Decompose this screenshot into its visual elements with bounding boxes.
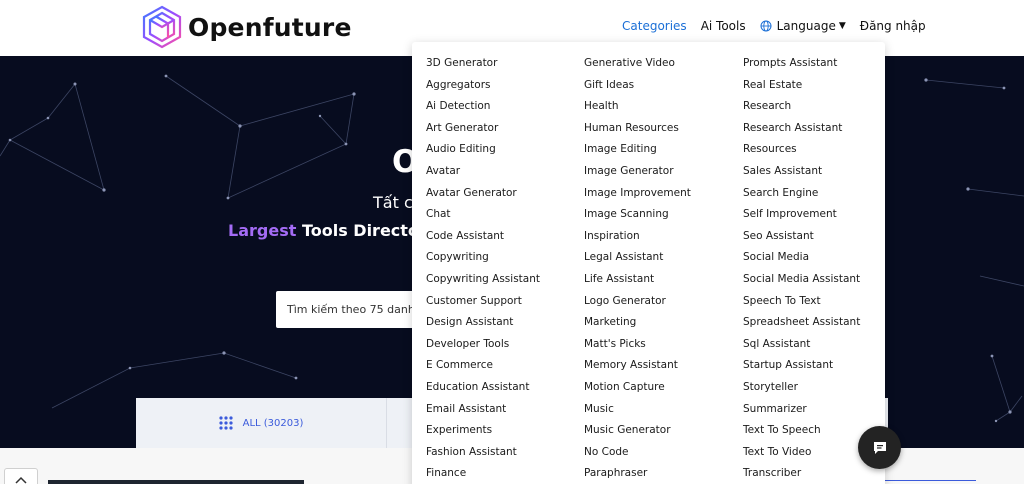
tab-all[interactable]: ALL (30203)	[136, 398, 387, 448]
category-search	[276, 291, 426, 328]
category-item[interactable]: Gift Ideas	[584, 77, 691, 99]
category-item[interactable]: Text To Video	[743, 444, 860, 466]
category-column-1: 3D Generator Aggregators Ai Detection Art G…	[426, 55, 540, 484]
category-item[interactable]: Human Resources	[584, 120, 691, 142]
category-item[interactable]: Developer Tools	[426, 336, 540, 358]
category-item[interactable]: Prompts Assistant	[743, 55, 860, 77]
category-item[interactable]: Social Media	[743, 249, 860, 271]
chat-bubble-icon	[873, 441, 886, 454]
nav-login[interactable]: Đăng nhập	[860, 19, 926, 33]
caret-down-icon: ▼	[838, 21, 846, 31]
category-item[interactable]: Storyteller	[743, 379, 860, 401]
brand-name: Openfuture	[188, 12, 352, 42]
chevron-up-icon	[15, 476, 27, 484]
nav-categories[interactable]: Categories	[622, 19, 687, 33]
hero-subtitle: Tất c	[373, 193, 413, 212]
category-item[interactable]: Research	[743, 98, 860, 120]
category-item[interactable]: Customer Support	[426, 293, 540, 315]
category-item[interactable]: Audio Editing	[426, 141, 540, 163]
category-item[interactable]: Email Assistant	[426, 401, 540, 423]
category-item[interactable]: Image Editing	[584, 141, 691, 163]
search-input[interactable]	[276, 291, 426, 328]
category-item[interactable]: Copywriting Assistant	[426, 271, 540, 293]
category-item[interactable]: Marketing	[584, 314, 691, 336]
category-item[interactable]: Seo Assistant	[743, 228, 860, 250]
category-item[interactable]: Art Generator	[426, 120, 540, 142]
category-item[interactable]: Education Assistant	[426, 379, 540, 401]
category-item[interactable]: Speech To Text	[743, 293, 860, 315]
category-item[interactable]: Design Assistant	[426, 314, 540, 336]
category-item[interactable]: Inspiration	[584, 228, 691, 250]
tab-all-label: ALL (30203)	[242, 417, 304, 429]
category-item[interactable]: E Commerce	[426, 357, 540, 379]
category-item[interactable]: Avatar Generator	[426, 185, 540, 207]
category-item[interactable]: Experiments	[426, 422, 540, 444]
category-item[interactable]: Matt's Picks	[584, 336, 691, 358]
category-item[interactable]: Sql Assistant	[743, 336, 860, 358]
category-item[interactable]: Logo Generator	[584, 293, 691, 315]
category-item[interactable]: Real Estate	[743, 77, 860, 99]
category-column-3: Prompts Assistant Real Estate Research Rese…	[743, 55, 860, 484]
category-item[interactable]: Ai Detection	[426, 98, 540, 120]
category-item[interactable]: No Code	[584, 444, 691, 466]
category-item[interactable]: Search Engine	[743, 185, 860, 207]
category-item[interactable]: Health	[584, 98, 691, 120]
category-item[interactable]: Generative Video	[584, 55, 691, 77]
category-item[interactable]: Startup Assistant	[743, 357, 860, 379]
category-item[interactable]: Music	[584, 401, 691, 423]
category-item[interactable]: Life Assistant	[584, 271, 691, 293]
category-item[interactable]: Motion Capture	[584, 379, 691, 401]
scroll-up-button[interactable]	[4, 468, 38, 484]
chat-button[interactable]	[858, 426, 901, 469]
category-item[interactable]: Sales Assistant	[743, 163, 860, 185]
category-item[interactable]: Avatar	[426, 163, 540, 185]
category-item[interactable]: Self Improvement	[743, 206, 860, 228]
categories-dropdown: 3D Generator Aggregators Ai Detection Art G…	[412, 42, 885, 484]
category-item[interactable]: Image Scanning	[584, 206, 691, 228]
card-edge	[884, 480, 976, 484]
category-item[interactable]: Image Improvement	[584, 185, 691, 207]
category-item[interactable]: Research Assistant	[743, 120, 860, 142]
category-item[interactable]: Image Generator	[584, 163, 691, 185]
hero-tagline: Largest Tools Directory	[228, 221, 437, 240]
category-item[interactable]: Music Generator	[584, 422, 691, 444]
main-nav: Categories Ai Tools Language ▼ Đăng nhập	[622, 19, 940, 33]
category-item[interactable]: Social Media Assistant	[743, 271, 860, 293]
category-item[interactable]: Legal Assistant	[584, 249, 691, 271]
category-item[interactable]: Finance	[426, 465, 540, 484]
category-item[interactable]: Paraphraser	[584, 465, 691, 484]
brand-logo[interactable]: Openfuture	[140, 4, 352, 50]
category-item[interactable]: Summarizer	[743, 401, 860, 423]
category-item[interactable]: Transcriber	[743, 465, 860, 484]
hero-tagline-accent: Largest	[228, 221, 297, 240]
category-item[interactable]: 3D Generator	[426, 55, 540, 77]
category-item[interactable]: Spreadsheet Assistant	[743, 314, 860, 336]
globe-icon	[760, 20, 772, 32]
nav-language-label: Language	[776, 19, 836, 33]
page: Openfuture Categories Ai Tools Language …	[0, 0, 1024, 484]
category-column-2: Generative Video Gift Ideas Health Human Re…	[584, 55, 691, 484]
category-item[interactable]: Fashion Assistant	[426, 444, 540, 466]
category-item[interactable]: Chat	[426, 206, 540, 228]
category-item[interactable]: Memory Assistant	[584, 357, 691, 379]
card-thumbnail[interactable]	[48, 480, 304, 484]
category-item[interactable]: Resources	[743, 141, 860, 163]
category-item[interactable]: Copywriting	[426, 249, 540, 271]
category-item[interactable]: Code Assistant	[426, 228, 540, 250]
category-item[interactable]: Aggregators	[426, 77, 540, 99]
nav-ai-tools[interactable]: Ai Tools	[701, 19, 746, 33]
grid-dots-icon	[219, 416, 233, 430]
openfuture-logo-icon	[142, 5, 182, 49]
nav-language[interactable]: Language ▼	[760, 19, 846, 33]
category-item[interactable]: Text To Speech	[743, 422, 860, 444]
